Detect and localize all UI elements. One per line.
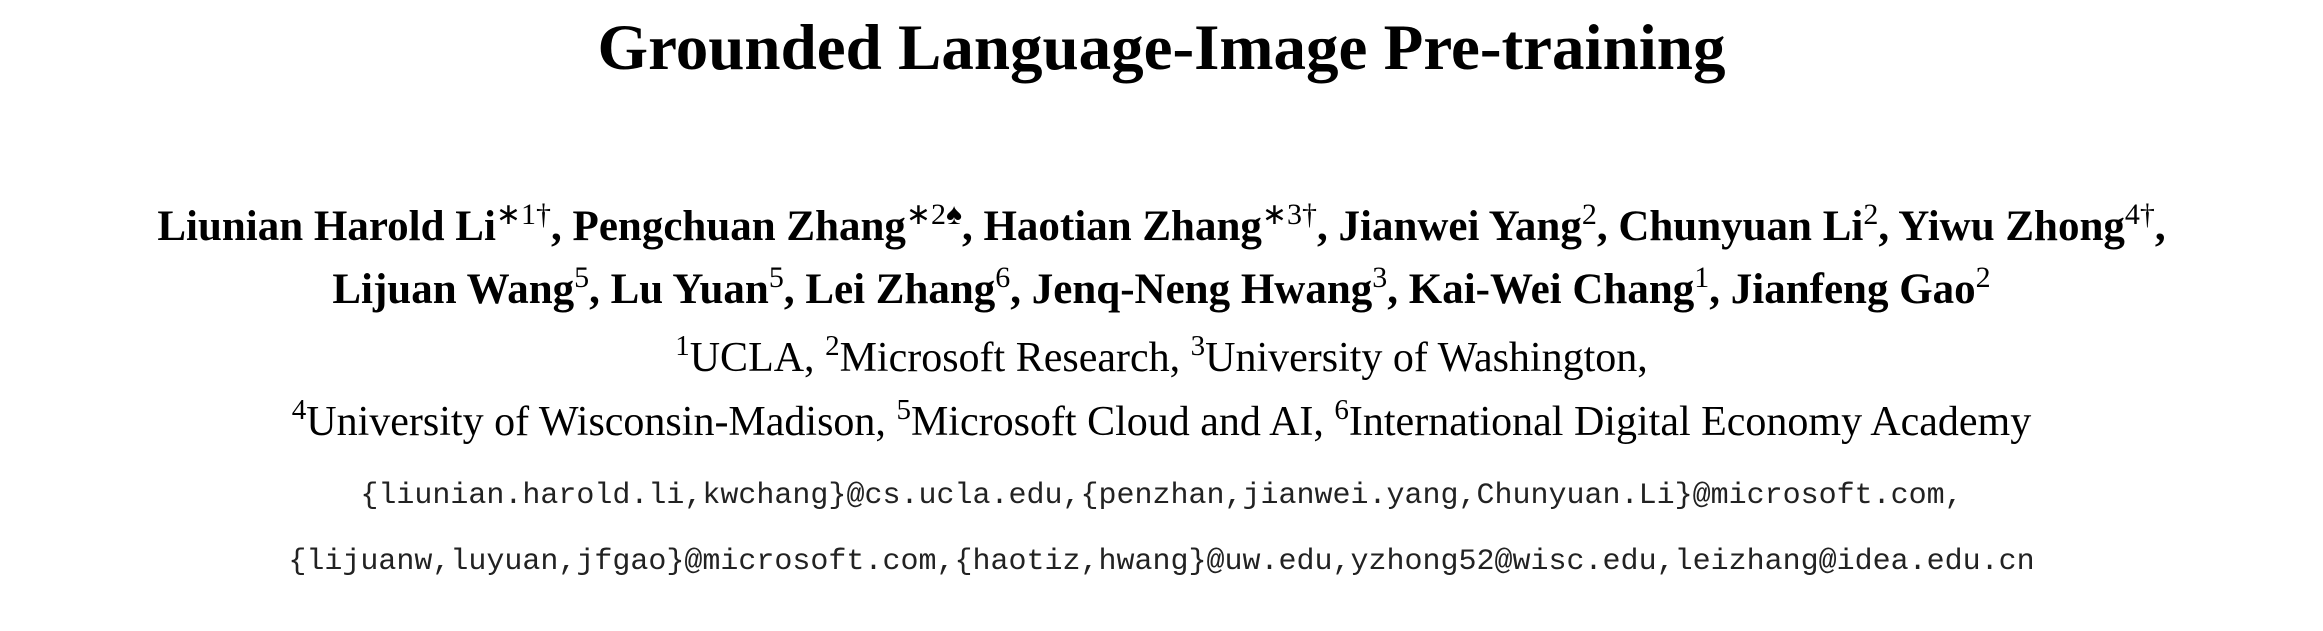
affiliation-superscript: 1 <box>675 330 690 362</box>
affiliation-superscript: 6 <box>1334 394 1349 426</box>
author-separator: , <box>1387 266 1409 313</box>
author-separator: , <box>2154 203 2166 250</box>
author-line-1: Liunian Harold Li∗1†, Pengchuan Zhang∗2♠… <box>0 195 2323 258</box>
affiliation-name: University of Wisconsin-Madison, <box>306 399 897 445</box>
author-name: Yiwu Zhong <box>1898 203 2125 250</box>
affiliation-name: University of Washington, <box>1205 335 1648 381</box>
author-separator: , <box>1596 203 1619 250</box>
affiliation-name: Microsoft Cloud and AI, <box>910 399 1335 445</box>
author-superscript: 4† <box>2124 198 2155 231</box>
author-name: Chunyuan Li <box>1618 203 1864 250</box>
affiliation-name: UCLA, <box>689 335 826 381</box>
author-separator: , <box>1010 266 1032 313</box>
author-name: Haotian Zhang <box>983 203 1262 250</box>
author-list: Liunian Harold Li∗1†, Pengchuan Zhang∗2♠… <box>0 195 2323 321</box>
author-separator: , <box>783 266 806 313</box>
author-name: Pengchuan Zhang <box>572 203 906 250</box>
author-separator: , <box>1317 203 1339 250</box>
affiliation-line-2: 4University of Wisconsin-Madison, 5Micro… <box>0 390 2323 454</box>
author-superscript: ∗2♠ <box>905 198 962 231</box>
affiliation-superscript: 3 <box>1190 330 1206 362</box>
author-name: Kai-Wei Chang <box>1408 266 1695 313</box>
author-separator: , <box>1709 266 1731 313</box>
author-separator: , <box>551 203 573 250</box>
paper-title: Grounded Language-Image Pre-training <box>597 12 1726 84</box>
author-name: Lijuan Wang <box>332 266 575 313</box>
affiliation-name: International Digital Economy Academy <box>1348 399 2032 445</box>
author-superscript: 1 <box>1694 261 1710 294</box>
author-name: Lei Zhang <box>805 266 996 313</box>
email-list: {liunian.harold.li,kwchang}@cs.ucla.edu,… <box>0 463 2323 595</box>
author-superscript: 5 <box>768 261 784 294</box>
author-name: Jianfeng Gao <box>1730 266 1976 313</box>
author-superscript: 5 <box>574 261 590 294</box>
affiliation-line-1: 1UCLA, 2Microsoft Research, 3University … <box>0 326 2323 390</box>
author-superscript: 2 <box>1975 261 1991 294</box>
author-separator: , <box>589 266 611 313</box>
author-superscript: 2 <box>1863 198 1879 231</box>
author-name: Liunian Harold Li <box>157 203 496 250</box>
affiliation-superscript: 4 <box>291 394 307 426</box>
email-line-1: {liunian.harold.li,kwchang}@cs.ucla.edu,… <box>360 479 1963 513</box>
author-name: Jianwei Yang <box>1338 203 1582 250</box>
author-name: Lu Yuan <box>610 266 769 313</box>
email-line-2: {lijuanw,luyuan,jfgao}@microsoft.com,{ha… <box>288 545 2035 579</box>
affiliation-superscript: 2 <box>825 330 840 362</box>
affiliation-list: 1UCLA, 2Microsoft Research, 3University … <box>0 326 2323 454</box>
author-superscript: 3 <box>1372 261 1388 294</box>
author-line-2: Lijuan Wang5, Lu Yuan5, Lei Zhang6, Jenq… <box>0 258 2323 321</box>
author-superscript: ∗3† <box>1261 198 1318 231</box>
author-superscript: 2 <box>1581 198 1597 231</box>
author-name: Jenq-Neng Hwang <box>1031 266 1373 313</box>
author-separator: , <box>961 203 984 250</box>
author-separator: , <box>1878 203 1899 250</box>
affiliation-name: Microsoft Research, <box>839 335 1191 381</box>
affiliation-superscript: 5 <box>896 394 911 426</box>
author-superscript: ∗1† <box>495 198 552 231</box>
author-superscript: 6 <box>995 261 1011 294</box>
